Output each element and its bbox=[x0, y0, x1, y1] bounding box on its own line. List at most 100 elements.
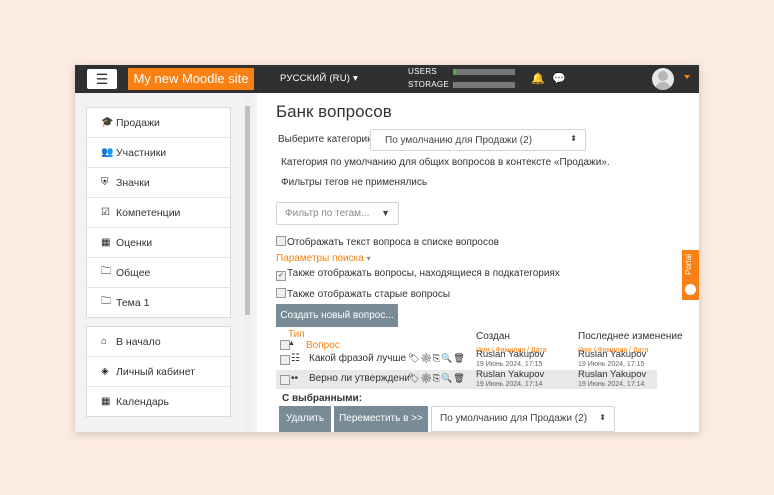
row-actions: 🏷⚙⎘🔍🗑 bbox=[408, 353, 466, 364]
browser-window: ☰ My new Moodle site РУССКИЙ (RU) ▾ USER… bbox=[75, 65, 699, 432]
dashboard-icon: ◈ bbox=[101, 366, 109, 377]
sidebar-item-course-5[interactable]: 🗀 Общее bbox=[87, 258, 230, 288]
sidebar: 🎓 Продажи 👥 Участники ⛨ Значки ☑ Компетенции ▦ Оц… bbox=[75, 93, 257, 432]
sidebar-item-site-0[interactable]: ⌂ В начало bbox=[87, 327, 230, 357]
category-description: Категория по умолчанию для общих вопросо… bbox=[281, 157, 610, 168]
bell-icon[interactable]: 🔔 bbox=[531, 72, 545, 85]
triangle-down-icon: ▼ bbox=[381, 208, 390, 218]
chevron-down-icon[interactable] bbox=[684, 75, 690, 79]
select-arrows-icon: ⬍ bbox=[599, 413, 606, 422]
sort-asc-icon: ▲ bbox=[288, 340, 295, 347]
search-params-toggle[interactable]: Параметры поиска ▾ bbox=[276, 253, 371, 264]
delete-icon[interactable]: 🗑 bbox=[453, 373, 465, 383]
tag-icon[interactable]: 🏷 bbox=[408, 353, 420, 363]
show-subcats-option: ✓ Также отображать вопросы, находящиеся в… bbox=[276, 268, 560, 281]
site-name[interactable]: My new Moodle site bbox=[128, 68, 254, 90]
sidebar-item-label: В начало bbox=[116, 335, 161, 348]
created-cell: Ruslan Yakupov 19 Июнь 2024, 17:15 bbox=[476, 350, 544, 370]
row-checkbox[interactable] bbox=[280, 375, 290, 385]
sidebar-item-label: Календарь bbox=[116, 395, 169, 408]
sidebar-item-label: Компетенции bbox=[116, 206, 181, 219]
copy-icon[interactable]: ⎘ bbox=[433, 373, 441, 383]
tag-icon[interactable]: 🏷 bbox=[408, 373, 420, 383]
search-params-label: Параметры поиска bbox=[276, 253, 364, 264]
sidebar-item-label: Участники bbox=[116, 146, 167, 159]
tag-filter-input[interactable]: Фильтр по тегам... ▼ bbox=[276, 202, 399, 225]
sidebar-item-label: Значки bbox=[116, 176, 150, 189]
move-target-value: По умолчанию для Продажи (2) bbox=[440, 413, 588, 424]
users-label: USERS bbox=[408, 67, 438, 76]
main-content: Банк вопросов Выберите категорию: По умо… bbox=[257, 93, 699, 432]
chat-icon[interactable]: 💬 bbox=[552, 72, 566, 85]
tag-filter-placeholder: Фильтр по тегам... bbox=[285, 208, 370, 219]
column-type-label: Тип bbox=[288, 329, 305, 340]
shield-icon: ⛨ bbox=[101, 177, 109, 188]
sidebar-item-course-0[interactable]: 🎓 Продажи bbox=[87, 108, 230, 138]
created-cell: Ruslan Yakupov 19 Июнь 2024, 17:14 bbox=[476, 370, 544, 390]
tag-filter-note: Фильтры тегов не применялись bbox=[281, 177, 428, 188]
modified-by: Ruslan Yakupov bbox=[578, 369, 647, 380]
column-modified: Последнее изменение bbox=[578, 331, 683, 342]
sidebar-item-course-2[interactable]: ⛨ Значки bbox=[87, 168, 230, 198]
create-question-button[interactable]: Создать новый вопрос... bbox=[276, 304, 398, 327]
with-selected-label: С выбранными: bbox=[282, 393, 363, 404]
table-icon: ▦ bbox=[101, 237, 111, 248]
question-name: Верно ли утверждение bbox=[309, 373, 409, 384]
category-select[interactable]: По умолчанию для Продажи (2) ⬍ bbox=[370, 129, 586, 151]
sidebar-item-site-1[interactable]: ◈ Личный кабинет bbox=[87, 357, 230, 387]
copy-icon[interactable]: ⎘ bbox=[433, 353, 441, 363]
show-old-label: Также отображать старые вопросы bbox=[287, 289, 451, 300]
move-target-select[interactable]: По умолчанию для Продажи (2) ⬍ bbox=[431, 406, 615, 432]
show-text-checkbox[interactable] bbox=[276, 236, 286, 246]
sidebar-scrollbar-thumb[interactable] bbox=[245, 106, 250, 315]
modified-cell: Ruslan Yakupov 19 Июнь 2024, 17:15 bbox=[578, 350, 646, 370]
delete-icon[interactable]: 🗑 bbox=[453, 353, 465, 363]
language-menu[interactable]: РУССКИЙ (RU) ▾ bbox=[280, 65, 358, 93]
folder-icon: 🗀 bbox=[101, 296, 111, 307]
multichoice-icon: ☷ bbox=[291, 353, 300, 364]
sidebar-item-label: Продажи bbox=[116, 116, 160, 129]
hamburger-icon[interactable]: ☰ bbox=[87, 69, 117, 89]
question-name: Какой фразой лучше з: bbox=[309, 353, 409, 364]
avatar[interactable] bbox=[652, 68, 674, 90]
folder-icon: 🗀 bbox=[101, 266, 111, 277]
storage-label: STORAGE bbox=[408, 80, 450, 89]
show-old-option: Также отображать старые вопросы bbox=[276, 288, 450, 300]
show-text-option: Отображать текст вопроса в списке вопрос… bbox=[276, 236, 499, 248]
table-row: •• Верно ли утверждение 🏷⚙⎘🔍🗑 Ruslan Yakupo… bbox=[276, 370, 657, 389]
portal-tab[interactable]: Portal bbox=[682, 250, 699, 300]
column-type[interactable]: Тип bbox=[288, 329, 305, 340]
calendar-icon: ▦ bbox=[101, 396, 111, 407]
graduation-cap-icon: 🎓 bbox=[101, 117, 114, 128]
gear-icon[interactable]: ⚙ bbox=[420, 353, 432, 363]
home-icon: ⌂ bbox=[101, 336, 108, 347]
sidebar-item-label: Оценки bbox=[116, 236, 153, 249]
sidebar-item-course-6[interactable]: 🗀 Тема 1 bbox=[87, 288, 230, 317]
portal-icon bbox=[685, 284, 696, 295]
preview-icon[interactable]: 🔍 bbox=[441, 373, 453, 383]
delete-button[interactable]: Удалить bbox=[279, 406, 331, 432]
select-arrows-icon: ⬍ bbox=[570, 134, 577, 143]
modified-cell: Ruslan Yakupov 19 Июнь 2024, 17:14 bbox=[578, 370, 646, 390]
course-nav-block: 🎓 Продажи 👥 Участники ⛨ Значки ☑ Компетенции ▦ Оц… bbox=[86, 107, 231, 318]
checkbox-icon: ☑ bbox=[101, 207, 110, 218]
sidebar-item-course-1[interactable]: 👥 Участники bbox=[87, 138, 230, 168]
row-checkbox[interactable] bbox=[280, 355, 290, 365]
sidebar-item-course-3[interactable]: ☑ Компетенции bbox=[87, 198, 230, 228]
gear-icon[interactable]: ⚙ bbox=[420, 373, 432, 383]
users-icon: 👥 bbox=[101, 147, 114, 158]
modified-by: Ruslan Yakupov bbox=[578, 349, 647, 360]
move-to-button[interactable]: Переместить в >> bbox=[334, 406, 428, 432]
caret-down-icon: ▾ bbox=[366, 254, 371, 263]
sidebar-item-label: Личный кабинет bbox=[116, 365, 195, 378]
top-navbar: ☰ My new Moodle site РУССКИЙ (RU) ▾ USER… bbox=[75, 65, 699, 93]
preview-icon[interactable]: 🔍 bbox=[441, 353, 453, 363]
sidebar-item-site-2[interactable]: ▦ Календарь bbox=[87, 387, 230, 416]
created-by: Ruslan Yakupov bbox=[476, 349, 545, 360]
truefalse-icon: •• bbox=[291, 373, 299, 384]
sidebar-item-label: Общее bbox=[116, 266, 151, 279]
category-label: Выберите категорию: bbox=[278, 134, 378, 145]
show-subcats-checkbox[interactable]: ✓ bbox=[276, 271, 286, 281]
sidebar-item-course-4[interactable]: ▦ Оценки bbox=[87, 228, 230, 258]
show-old-checkbox[interactable] bbox=[276, 288, 286, 298]
